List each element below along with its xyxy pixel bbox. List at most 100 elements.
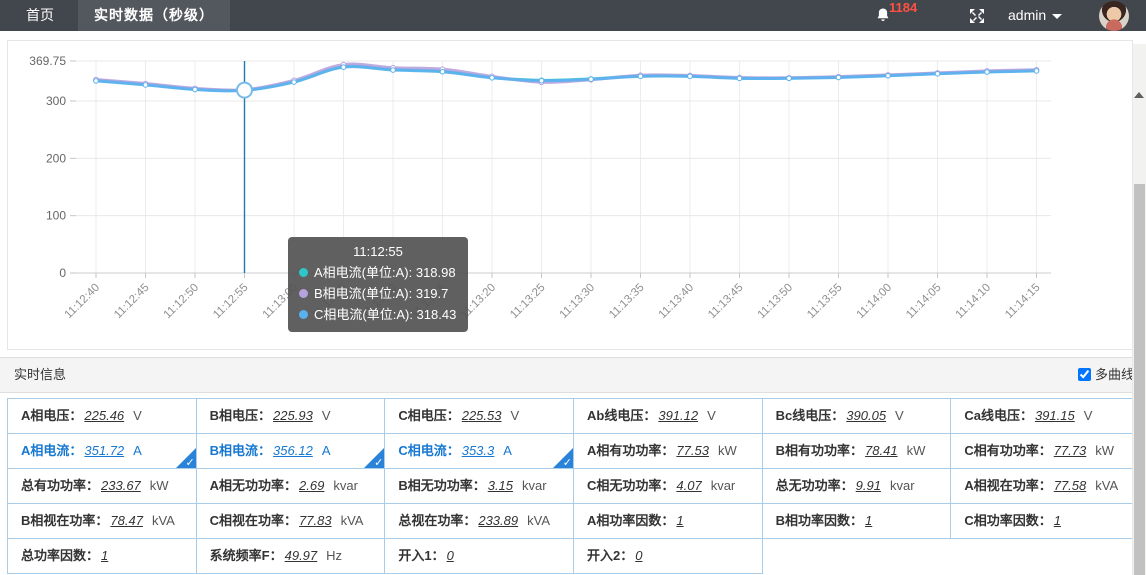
cell-unit: A bbox=[133, 443, 142, 458]
cell-label: B相电压： bbox=[210, 408, 271, 423]
cell-label: A相无功功率： bbox=[210, 478, 297, 493]
table-cell-C相无功功率[interactable]: C相无功功率：4.07kvar bbox=[574, 469, 763, 504]
tab-realtime-data[interactable]: 实时数据（秒级） bbox=[78, 0, 230, 31]
cell-value-link[interactable]: 0 bbox=[635, 548, 642, 563]
table-cell-Ca线电压[interactable]: Ca线电压：391.15V bbox=[951, 399, 1140, 434]
cell-unit: kvar bbox=[711, 478, 736, 493]
scrollbar-track[interactable] bbox=[1132, 44, 1146, 575]
cell-value-link[interactable]: 78.41 bbox=[865, 443, 898, 458]
multi-curve-checkbox[interactable] bbox=[1078, 368, 1091, 381]
series-color-dot bbox=[299, 310, 308, 319]
table-cell-总视在功率[interactable]: 总视在功率：233.89kVA bbox=[385, 504, 574, 539]
table-cell-C相电压[interactable]: C相电压：225.53V bbox=[385, 399, 574, 434]
cell-value-link[interactable]: 390.05 bbox=[846, 408, 886, 423]
cell-value-link[interactable]: 353.3 bbox=[462, 443, 495, 458]
cell-label: 总功率因数： bbox=[21, 548, 99, 563]
table-cell-A相电流[interactable]: A相电流：351.72A✓ bbox=[8, 434, 197, 469]
cell-label: A相有功功率： bbox=[587, 443, 674, 458]
data-point bbox=[836, 75, 841, 80]
scrollbar-thumb[interactable] bbox=[1134, 184, 1145, 575]
avatar[interactable] bbox=[1099, 1, 1129, 31]
table-cell-B相电流[interactable]: B相电流：356.12A✓ bbox=[197, 434, 386, 469]
cell-value-link[interactable]: 3.15 bbox=[488, 478, 513, 493]
cell-value-link[interactable]: 225.93 bbox=[273, 408, 313, 423]
cell-unit: V bbox=[895, 408, 904, 423]
table-cell-B相有功功率[interactable]: B相有功功率：78.41kW bbox=[763, 434, 952, 469]
x-tick-label: 11:13:35 bbox=[607, 282, 647, 322]
cell-value-link[interactable]: 356.12 bbox=[273, 443, 313, 458]
table-cell-C相电流[interactable]: C相电流：353.3A✓ bbox=[385, 434, 574, 469]
data-point bbox=[143, 83, 148, 88]
table-cell-C相有功功率[interactable]: C相有功功率：77.73kW bbox=[951, 434, 1140, 469]
cell-value-link[interactable]: 49.97 bbox=[285, 548, 318, 563]
cell-label: A相视在功率： bbox=[964, 478, 1051, 493]
table-cell-B相功率因数[interactable]: B相功率因数：1 bbox=[763, 504, 952, 539]
table-cell-B相视在功率[interactable]: B相视在功率：78.47kVA bbox=[8, 504, 197, 539]
data-point bbox=[737, 76, 742, 81]
cell-unit: kW bbox=[1095, 443, 1114, 458]
cell-value-link[interactable]: 77.53 bbox=[676, 443, 709, 458]
table-cell-B相电压[interactable]: B相电压：225.93V bbox=[197, 399, 386, 434]
multi-curve-toggle[interactable]: 多曲线 bbox=[1078, 358, 1134, 392]
cell-value-link[interactable]: 225.46 bbox=[84, 408, 124, 423]
cell-value-link[interactable]: 1 bbox=[101, 548, 108, 563]
cell-value-link[interactable]: 77.83 bbox=[299, 513, 332, 528]
cell-value-link[interactable]: 233.89 bbox=[478, 513, 518, 528]
chart-canvas[interactable]: 11:12:4011:12:4511:12:5011:12:5511:13:00… bbox=[8, 41, 1130, 347]
table-cell-B相无功功率[interactable]: B相无功功率：3.15kvar bbox=[385, 469, 574, 504]
cell-value-link[interactable]: 9.91 bbox=[856, 478, 881, 493]
cell-value-link[interactable]: 2.69 bbox=[299, 478, 324, 493]
cell-value-link[interactable]: 1 bbox=[676, 513, 683, 528]
top-header: 首页 实时数据（秒级） 1184 admin bbox=[0, 0, 1146, 31]
table-cell-A相视在功率[interactable]: A相视在功率：77.58kVA bbox=[951, 469, 1140, 504]
cell-label: B相有功功率： bbox=[776, 443, 863, 458]
cell-value-link[interactable]: 1 bbox=[865, 513, 872, 528]
highlight-point bbox=[237, 83, 252, 98]
x-tick-label: 11:14:15 bbox=[1003, 282, 1043, 322]
fullscreen-icon[interactable] bbox=[968, 7, 986, 25]
cell-value-link[interactable]: 391.15 bbox=[1035, 408, 1075, 423]
table-cell-C相视在功率[interactable]: C相视在功率：77.83kVA bbox=[197, 504, 386, 539]
cell-value-link[interactable]: 391.12 bbox=[658, 408, 698, 423]
table-cell-总有功功率[interactable]: 总有功功率：233.67kW bbox=[8, 469, 197, 504]
cell-value-link[interactable]: 351.72 bbox=[84, 443, 124, 458]
table-cell-A相功率因数[interactable]: A相功率因数：1 bbox=[574, 504, 763, 539]
cell-value-link[interactable]: 77.73 bbox=[1054, 443, 1087, 458]
table-cell-Bc线电压[interactable]: Bc线电压：390.05V bbox=[763, 399, 952, 434]
table-cell-开入1[interactable]: 开入1：0 bbox=[385, 539, 574, 574]
cell-unit: kW bbox=[718, 443, 737, 458]
chart-tooltip: 11:12:55 A相电流(单位:A): 318.98B相电流(单位:A): 3… bbox=[288, 237, 468, 332]
user-menu[interactable]: admin bbox=[1008, 0, 1062, 31]
x-tick-label: 11:12:40 bbox=[63, 282, 103, 322]
table-cell-Ab线电压[interactable]: Ab线电压：391.12V bbox=[574, 399, 763, 434]
cell-value-link[interactable]: 78.47 bbox=[110, 513, 143, 528]
table-cell-总功率因数[interactable]: 总功率因数：1 bbox=[8, 539, 197, 574]
cell-label: C相电流： bbox=[398, 443, 459, 458]
cell-unit: V bbox=[1084, 408, 1093, 423]
cell-label: B相功率因数： bbox=[776, 513, 863, 528]
table-cell-A相无功功率[interactable]: A相无功功率：2.69kvar bbox=[197, 469, 386, 504]
page: 首页 实时数据（秒级） 1184 admin 11:12: bbox=[0, 0, 1146, 575]
cell-value-link[interactable]: 1 bbox=[1054, 513, 1061, 528]
x-tick-label: 11:13:45 bbox=[706, 282, 746, 322]
table-cell-A相有功功率[interactable]: A相有功功率：77.53 kW bbox=[574, 434, 763, 469]
table-cell-系统频率F[interactable]: 系统频率F：49.97Hz bbox=[197, 539, 386, 574]
cell-label: B相无功功率： bbox=[398, 478, 485, 493]
cell-label: A相电压： bbox=[21, 408, 82, 423]
scroll-up-button[interactable] bbox=[1134, 92, 1144, 98]
cell-value-link[interactable]: 0 bbox=[447, 548, 454, 563]
cell-value-link[interactable]: 4.07 bbox=[676, 478, 701, 493]
cell-label: B相电流： bbox=[210, 443, 271, 458]
cell-label: 总有功功率： bbox=[21, 478, 99, 493]
x-tick-label: 11:14:05 bbox=[904, 282, 944, 322]
cell-value-link[interactable]: 77.58 bbox=[1054, 478, 1087, 493]
cell-value-link[interactable]: 233.67 bbox=[101, 478, 141, 493]
table-cell-开入2[interactable]: 开入2：0 bbox=[574, 539, 763, 574]
tooltip-series-line: C相电流(单位:A): 318.43 bbox=[299, 304, 457, 325]
table-cell-A相电压[interactable]: A相电压：225.46V bbox=[8, 399, 197, 434]
cell-value-link[interactable]: 225.53 bbox=[462, 408, 502, 423]
table-cell-C相功率因数[interactable]: C相功率因数：1 bbox=[951, 504, 1140, 539]
table-cell-总无功功率[interactable]: 总无功功率：9.91kvar bbox=[763, 469, 952, 504]
cell-label: Ab线电压： bbox=[587, 408, 656, 423]
tab-home[interactable]: 首页 bbox=[0, 0, 80, 31]
